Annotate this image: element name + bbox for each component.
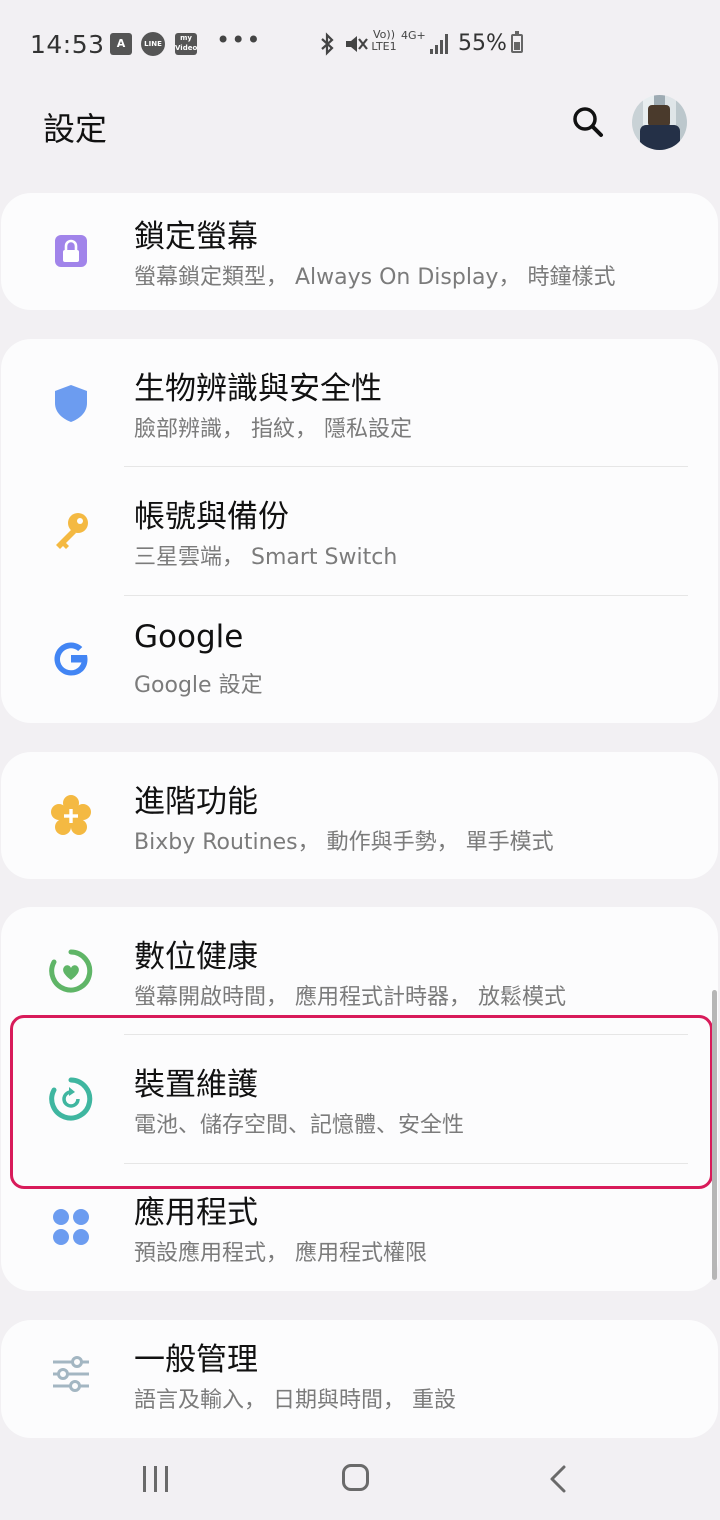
more-notifications-icon: ••• (216, 26, 262, 54)
key-icon (56, 513, 88, 549)
sliders-icon (53, 1356, 89, 1392)
digital-wellbeing-icon (49, 949, 93, 993)
myvideo-app-icon: my Video (175, 33, 197, 55)
google-icon (54, 642, 88, 676)
lock-icon (55, 235, 87, 267)
item-subtitle: 三星雲端， Smart Switch (134, 545, 398, 570)
battery-icon (511, 31, 523, 53)
recent-apps-icon[interactable] (143, 1466, 169, 1492)
search-icon[interactable] (568, 102, 608, 142)
scrollbar[interactable] (712, 990, 717, 1280)
settings-item-advanced-features[interactable]: 進階功能 Bixby Routines， 動作與手勢， 單手模式 (1, 752, 718, 879)
apps-icon (53, 1209, 89, 1245)
settings-card-advanced: 進階功能 Bixby Routines， 動作與手勢， 單手模式 (1, 752, 718, 879)
item-subtitle: 預設應用程式， 應用程式權限 (134, 1241, 427, 1266)
profile-avatar[interactable] (632, 95, 687, 150)
item-title: 生物辨識與安全性 (134, 371, 382, 407)
settings-item-google[interactable]: Google Google 設定 (1, 595, 718, 723)
status-bar: 14:53 A LINE my Video ••• Vo)) LTE1 4G+ … (0, 0, 720, 88)
item-subtitle: Google 設定 (134, 673, 263, 698)
settings-item-general-management[interactable]: 一般管理 語言及輸入， 日期與時間， 重設 (1, 1320, 718, 1438)
bluetooth-icon (321, 32, 334, 56)
page-title: 設定 (43, 110, 108, 148)
item-title: 一般管理 (134, 1342, 258, 1378)
settings-item-biometrics[interactable]: 生物辨識與安全性 臉部辨識， 指紋， 隱私設定 (1, 339, 718, 467)
item-subtitle: Bixby Routines， 動作與手勢， 單手模式 (134, 830, 554, 855)
item-subtitle: 語言及輸入， 日期與時間， 重設 (134, 1388, 456, 1413)
settings-item-lock-screen[interactable]: 鎖定螢幕 螢幕鎖定類型， Always On Display， 時鐘樣式 (1, 193, 718, 310)
back-icon[interactable] (546, 1464, 570, 1494)
mute-icon (346, 36, 368, 52)
signal-strength-icon (430, 34, 448, 54)
settings-card-lock: 鎖定螢幕 螢幕鎖定類型， Always On Display， 時鐘樣式 (1, 193, 718, 310)
settings-item-accounts-backup[interactable]: 帳號與備份 三星雲端， Smart Switch (1, 467, 718, 595)
home-icon[interactable] (342, 1464, 369, 1491)
network-type: 4G+ (401, 29, 426, 42)
shield-icon (55, 385, 87, 422)
item-title: 數位健康 (134, 939, 258, 975)
item-title: 帳號與備份 (134, 499, 289, 535)
item-subtitle: 螢幕鎖定類型， Always On Display， 時鐘樣式 (134, 265, 616, 290)
advanced-features-icon (51, 795, 91, 835)
item-title: 進階功能 (134, 784, 258, 820)
lte-label: LTE1 (371, 40, 397, 53)
battery-percent: 55% (458, 31, 507, 56)
item-subtitle: 臉部辨識， 指紋， 隱私設定 (134, 417, 412, 442)
item-title: 應用程式 (134, 1195, 258, 1231)
navigation-bar (0, 1440, 720, 1520)
line-app-icon: LINE (141, 32, 165, 56)
item-title: 鎖定螢幕 (134, 219, 258, 255)
item-title: Google (134, 619, 244, 655)
notification-a-icon: A (110, 33, 132, 55)
volte-indicator: Vo)) LTE1 (371, 29, 397, 53)
settings-card-general: 一般管理 語言及輸入， 日期與時間， 重設 (1, 1320, 718, 1438)
highlight-box (10, 1015, 713, 1189)
item-subtitle: 螢幕開啟時間， 應用程式計時器， 放鬆模式 (134, 985, 566, 1010)
settings-card-security: 生物辨識與安全性 臉部辨識， 指紋， 隱私設定 帳號與備份 三星雲端， Smar… (1, 339, 718, 723)
status-time: 14:53 (30, 30, 105, 59)
